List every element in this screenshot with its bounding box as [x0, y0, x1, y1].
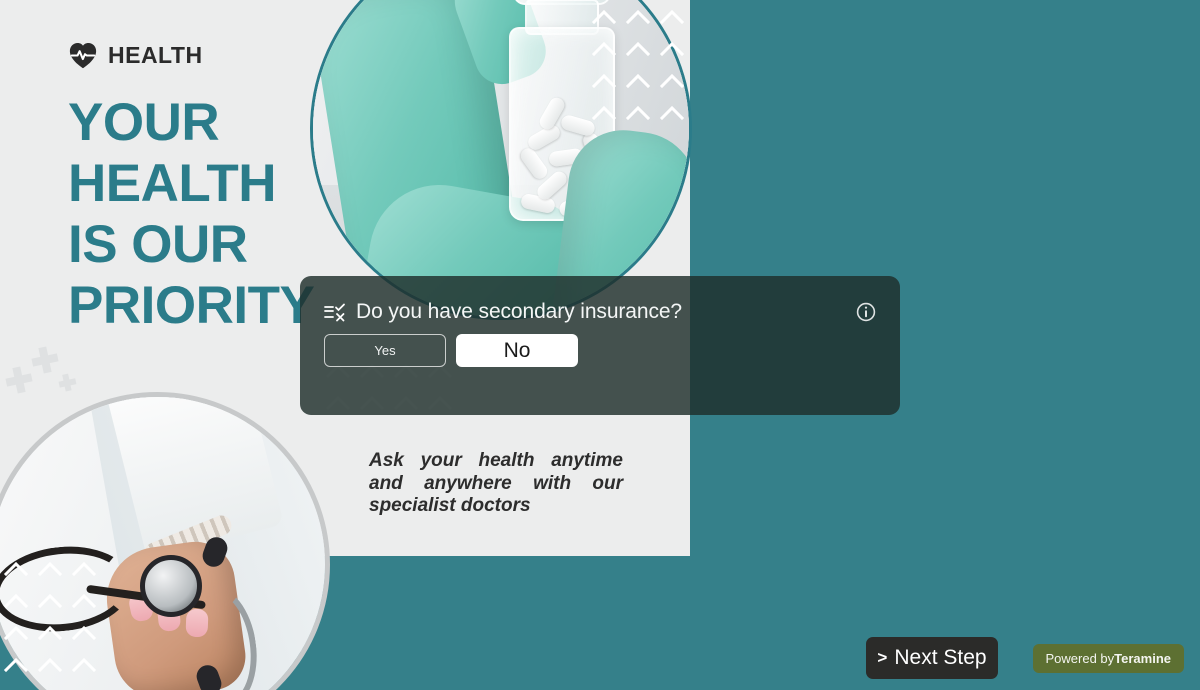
- info-circle-icon[interactable]: [856, 302, 876, 322]
- next-step-chevron-icon: >: [877, 648, 888, 667]
- headline-line-1: YOUR: [68, 93, 220, 152]
- page-root: HEALTH YOUR HEALTH IS OUR PRIORITY Ask y…: [0, 0, 1200, 690]
- headline-line-3: IS OUR: [68, 215, 248, 274]
- headline-line-2: HEALTH: [68, 154, 277, 213]
- heart-pulse-icon: [69, 43, 97, 69]
- checklist-yes-no-icon: [324, 303, 345, 322]
- next-step-label: Next Step: [894, 646, 987, 669]
- answer-no-button[interactable]: No: [456, 334, 578, 367]
- brand-logo: HEALTH: [68, 40, 203, 70]
- question-panel: Do you have secondary insurance? Yes No: [300, 276, 900, 415]
- question-text: Do you have secondary insurance?: [356, 300, 683, 323]
- powered-by-badge[interactable]: Powered by Teramine: [1032, 644, 1184, 673]
- question-row: Do you have secondary insurance?: [324, 300, 682, 324]
- brand-name: HEALTH: [108, 41, 203, 68]
- badge-brand: Teramine: [1114, 651, 1171, 666]
- badge-prefix: Powered by: [1045, 651, 1115, 666]
- answer-yes-button[interactable]: Yes: [324, 334, 446, 367]
- answer-options: Yes No: [324, 334, 578, 367]
- hero-photo-stethoscope: [0, 392, 330, 690]
- hero-subtext: Ask your health anytime and anywhere wit…: [369, 450, 623, 516]
- next-step-button[interactable]: > Next Step: [866, 637, 998, 679]
